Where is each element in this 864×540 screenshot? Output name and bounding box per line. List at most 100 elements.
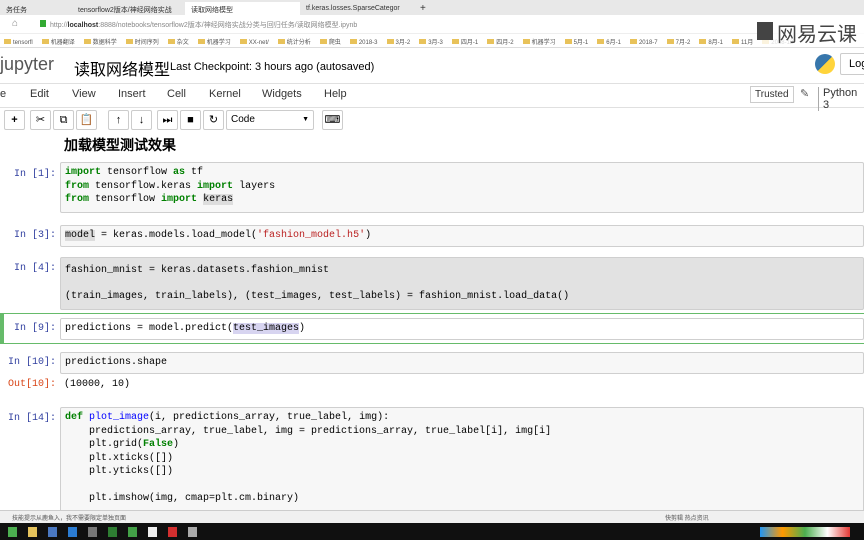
status-text: 技能提示从鹿鱼入，我不需要限定单独页面 xyxy=(12,516,127,522)
secure-icon xyxy=(40,20,46,27)
address-bar[interactable]: ⌂ http://localhost:8888/notebooks/tensor… xyxy=(0,15,864,34)
markdown-heading: 加载模型测试效果 xyxy=(64,137,176,153)
output-prompt: Out[10]: xyxy=(7,379,56,390)
browser-tab[interactable]: 务任务 xyxy=(0,2,60,15)
code-cell-active[interactable]: predictions = model.predict(test_images) xyxy=(60,318,864,340)
taskbar-app-icon[interactable] xyxy=(188,527,197,537)
taskbar-app-icon[interactable] xyxy=(128,527,137,537)
cell-prompt: In [9]: xyxy=(13,323,56,334)
cell-prompt: In [4]: xyxy=(13,263,56,274)
bookmark-item[interactable]: 6月-1 xyxy=(597,40,621,46)
bookmark-item[interactable]: 时间序列 xyxy=(126,40,159,46)
menu-insert[interactable]: Insert xyxy=(118,88,146,100)
watermark: 网易云课 xyxy=(757,18,864,46)
python-logo-icon xyxy=(815,54,835,74)
bookmark-item[interactable]: 7月-2 xyxy=(667,40,691,46)
bookmark-item[interactable]: 统计分析 xyxy=(278,40,311,46)
browser-tab[interactable]: tf.keras.losses.SparseCategor xyxy=(300,2,400,15)
code-cell[interactable]: import tensorflow as tf from tensorflow.… xyxy=(60,162,864,213)
checkpoint-status: Last Checkpoint: 3 hours ago xyxy=(170,61,314,73)
bookmark-item[interactable]: tensorfl xyxy=(4,40,33,46)
code-cell[interactable]: fashion_mnist = keras.datasets.fashion_m… xyxy=(60,257,864,310)
taskbar xyxy=(0,523,864,540)
bookmark-item[interactable]: 3月-3 xyxy=(419,40,443,46)
command-palette-button[interactable]: ⌨ xyxy=(322,110,343,130)
taskbar-app-icon[interactable] xyxy=(28,527,37,537)
taskbar-app-icon[interactable] xyxy=(108,527,117,537)
cell-type-value: Code xyxy=(231,114,255,125)
move-up-button[interactable]: ↑ xyxy=(108,110,129,130)
menu-widgets[interactable]: Widgets xyxy=(262,88,302,100)
notebook-title[interactable]: 读取网络模型 xyxy=(74,56,170,80)
notebook-area: 加载模型测试效果 In [1]: import tensorflow as tf… xyxy=(0,136,864,517)
bookmark-item[interactable]: 2018-7 xyxy=(630,40,658,46)
jupyter-logo[interactable]: jupyter xyxy=(0,54,54,75)
code-cell[interactable]: predictions.shape xyxy=(60,352,864,374)
bookmark-item[interactable]: 5月-1 xyxy=(565,40,589,46)
taskbar-app-icon[interactable] xyxy=(148,527,157,537)
cell-prompt: In [14]: xyxy=(7,413,56,424)
bookmark-item[interactable]: 机器翻译 xyxy=(42,40,75,46)
menu-kernel[interactable]: Kernel xyxy=(209,88,241,100)
notebook-header: jupyter 读取网络模型 Last Checkpoint: 3 hours … xyxy=(0,48,864,84)
kernel-indicator: Python 3 xyxy=(818,87,864,111)
cell-prompt: In [10]: xyxy=(7,357,56,368)
browser-status-bar: 技能提示从鹿鱼入，我不需要限定单独页面 快剪辑 热点资讯 xyxy=(0,510,864,523)
restart-button[interactable]: ↻ xyxy=(203,110,224,130)
cell-type-select[interactable]: Code ▼ xyxy=(226,110,314,130)
watermark-text: 网易云课 xyxy=(777,24,857,46)
menu-cell[interactable]: Cell xyxy=(167,88,186,100)
menu-edit[interactable]: Edit xyxy=(30,88,49,100)
home-icon[interactable]: ⌂ xyxy=(12,18,18,29)
bookmark-item[interactable]: 2018-3 xyxy=(350,40,378,46)
toolbar: + ✂ ⧉ 📋 ↑ ↓ ⏭ ■ ↻ Code ▼ ⌨ xyxy=(0,110,864,134)
bookmark-item[interactable]: 四月-2 xyxy=(487,40,513,46)
bookmark-item[interactable]: 8月-1 xyxy=(699,40,723,46)
move-down-button[interactable]: ↓ xyxy=(131,110,152,130)
autosave-status: (autosaved) xyxy=(316,61,375,73)
cell-prompt: In [3]: xyxy=(13,230,56,241)
cell-output: (10000, 10) xyxy=(64,379,131,390)
edit-pencil-icon[interactable]: ✎ xyxy=(800,87,809,100)
taskbar-app-icon[interactable] xyxy=(168,527,177,537)
taskbar-app-icon[interactable] xyxy=(8,527,17,537)
url-path: :8888/notebooks/tensorflow2版本/神经网络实战分类与回… xyxy=(98,22,358,29)
bookmark-item[interactable]: 爬虫 xyxy=(320,40,341,46)
bookmarks-bar: tensorfl 机器翻译 数据科学 时间序列 杂文 机器学习 XX-net/统计分析 爬虫 2… xyxy=(0,34,864,48)
browser-tab[interactable]: tensorflow2版本/神经网络实战 xyxy=(72,2,182,15)
run-button[interactable]: ⏭ xyxy=(157,110,178,130)
bookmark-item[interactable]: XX-net/ xyxy=(240,40,269,46)
browser-tab-bar: 务任务 tensorflow2版本/神经网络实战 读取网络模型 tf.keras… xyxy=(0,0,864,15)
bookmark-item[interactable]: 机器学习 xyxy=(198,40,231,46)
interrupt-button[interactable]: ■ xyxy=(180,110,201,130)
menu-file[interactable]: e xyxy=(0,88,6,100)
url-host: localhost xyxy=(67,22,99,29)
taskbar-app-icon[interactable] xyxy=(48,527,57,537)
cut-button[interactable]: ✂ xyxy=(30,110,51,130)
cell-prompt: In [1]: xyxy=(13,169,56,180)
copy-button[interactable]: ⧉ xyxy=(53,110,74,130)
logout-button[interactable]: Log xyxy=(840,53,864,75)
taskbar-app-icon[interactable] xyxy=(68,527,77,537)
trusted-indicator[interactable]: Trusted xyxy=(750,86,794,103)
menu-bar: e Edit View Insert Cell Kernel Widgets H… xyxy=(0,84,864,111)
bookmark-item[interactable]: 3月-2 xyxy=(387,40,411,46)
insert-cell-button[interactable]: + xyxy=(4,110,25,130)
new-tab-button[interactable]: + xyxy=(414,0,432,13)
paste-button[interactable]: 📋 xyxy=(76,110,97,130)
system-tray[interactable] xyxy=(760,527,850,537)
bookmark-item[interactable]: 11月 xyxy=(732,40,753,46)
watermark-logo-icon xyxy=(757,22,773,40)
menu-help[interactable]: Help xyxy=(324,88,347,100)
bookmark-item[interactable]: 四月-1 xyxy=(452,40,478,46)
menu-view[interactable]: View xyxy=(72,88,96,100)
bookmark-item[interactable]: 杂文 xyxy=(168,40,189,46)
chevron-down-icon: ▼ xyxy=(302,116,309,123)
bookmark-item[interactable]: 机器学习 xyxy=(523,40,556,46)
code-cell[interactable]: def plot_image(i, predictions_array, tru… xyxy=(60,407,864,517)
taskbar-app-icon[interactable] xyxy=(88,527,97,537)
status-right: 快剪辑 热点资讯 xyxy=(665,516,709,522)
bookmark-item[interactable]: 数据科学 xyxy=(84,40,117,46)
code-cell[interactable]: model = keras.models.load_model('fashion… xyxy=(60,225,864,247)
browser-tab-active[interactable]: 读取网络模型 xyxy=(185,2,300,15)
